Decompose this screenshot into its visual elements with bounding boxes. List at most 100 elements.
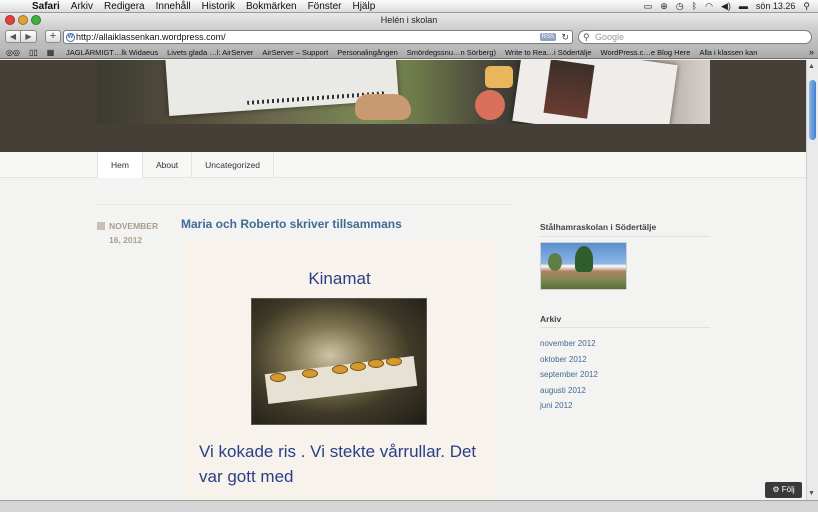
archive-link[interactable]: augusti 2012 [540, 383, 598, 399]
bookmark-item[interactable]: Livets glada …l: AirServer [167, 46, 253, 58]
post-image-title: Kinamat [308, 269, 371, 288]
food-photo [251, 298, 427, 425]
banner-book [512, 60, 678, 124]
post-date-month: NOVEMBER [109, 221, 159, 231]
browser-toolbar: ◀ ▶ + W http://allaiklassenkan.wordpress… [0, 28, 818, 46]
nav-tabs: Hem About Uncategorized [97, 152, 274, 178]
scrollbar-thumb[interactable] [809, 80, 816, 140]
follow-button[interactable]: ⚙ Följ [765, 482, 802, 498]
time-machine-icon[interactable]: ◷ [676, 0, 684, 13]
bookmark-item[interactable]: Write to Rea…i Södertälje [505, 46, 592, 58]
post-image[interactable]: Kinamat Vi kokade ris . Vi stekte vårrul… [181, 241, 498, 500]
menu-arkiv[interactable]: Arkiv [71, 0, 93, 13]
widget-title-arkiv: Arkiv [540, 314, 562, 324]
spotlight-icon[interactable]: ⚲ [803, 0, 810, 13]
archive-link[interactable]: juni 2012 [540, 398, 598, 414]
search-field[interactable]: ⚲ Google [578, 30, 812, 44]
menu-safari[interactable]: Safari [32, 0, 60, 13]
spring-roll [270, 373, 286, 382]
banner-photo [543, 60, 595, 119]
menu-innehall[interactable]: Innehåll [156, 0, 191, 13]
post-title[interactable]: Maria och Roberto skriver tillsammans [181, 217, 402, 231]
window-controls [5, 15, 44, 25]
tab-uncategorized[interactable]: Uncategorized [192, 152, 274, 178]
banner-hand [355, 94, 411, 120]
content-divider [97, 204, 511, 205]
gear-icon: ⚙ [772, 485, 780, 494]
tab-hem[interactable]: Hem [97, 152, 143, 178]
close-window-button[interactable] [5, 15, 15, 25]
archive-list: november 2012 oktober 2012 september 201… [540, 336, 598, 414]
tree [575, 246, 593, 272]
forward-button[interactable]: ▶ [21, 30, 37, 43]
bookmark-item[interactable]: JAGLÄRMIGT…lk Widaeus [66, 46, 158, 58]
banner-cup [485, 66, 513, 88]
spring-roll [302, 369, 318, 378]
bookmarks-book-icon[interactable]: ▯▯ [29, 46, 38, 58]
spring-roll [332, 365, 348, 374]
history-buttons: ◀ ▶ [5, 30, 37, 43]
rss-button[interactable]: RSS [539, 33, 556, 41]
scroll-down-icon[interactable]: ▼ [808, 490, 815, 497]
bookmark-item[interactable]: Personalingången [337, 46, 397, 58]
top-sites-grid-icon[interactable]: ▦ [47, 46, 55, 58]
vertical-scrollbar[interactable]: ▲ ▼ [806, 60, 818, 500]
archive-link[interactable]: september 2012 [540, 367, 598, 383]
bookmark-links: JAGLÄRMIGT…lk Widaeus Livets glada …l: A… [66, 46, 766, 58]
scroll-up-icon[interactable]: ▲ [808, 63, 815, 70]
spring-roll [350, 362, 366, 371]
wifi-icon[interactable]: ◠ [705, 0, 713, 13]
tab-about[interactable]: About [143, 152, 193, 178]
window-titlebar: Helén i skolan [0, 13, 818, 28]
widget-divider [540, 236, 710, 237]
archive-link[interactable]: oktober 2012 [540, 352, 598, 368]
archive-link[interactable]: november 2012 [540, 336, 598, 352]
post-image-text: Vi kokade ris . Vi stekte vårrullar. Det… [199, 442, 477, 486]
menu-redigera[interactable]: Redigera [104, 0, 145, 13]
bookmarks-bar: ◎◎ ▯▯ ▦ JAGLÄRMIGT…lk Widaeus Livets gla… [0, 46, 818, 59]
app-menus: Safari Arkiv Redigera Innehåll Historik … [32, 0, 386, 13]
header-banner-image[interactable] [97, 60, 710, 124]
os-menubar: Safari Arkiv Redigera Innehåll Historik … [0, 0, 818, 13]
bluetooth-icon[interactable]: ᛒ [692, 0, 697, 13]
follow-label: Följ [781, 485, 795, 494]
reading-list-icon[interactable]: ◎◎ [6, 46, 20, 58]
bookmark-item[interactable]: AirServer – Support [262, 46, 328, 58]
menu-fonster[interactable]: Fönster [308, 0, 342, 13]
bookmark-item[interactable]: WordPress.c…e Blog Here [601, 46, 691, 58]
menu-historik[interactable]: Historik [202, 0, 235, 13]
school-photo[interactable] [540, 242, 627, 290]
airplay-icon[interactable]: ▭ [644, 0, 653, 13]
menu-hjalp[interactable]: Hjälp [352, 0, 375, 13]
tree [548, 253, 562, 271]
spring-roll [386, 357, 402, 366]
window-bottom-bar [0, 500, 818, 512]
add-bookmark-button[interactable]: + [45, 30, 61, 43]
calendar-icon [97, 222, 105, 230]
zoom-window-button[interactable] [31, 15, 41, 25]
minimize-window-button[interactable] [18, 15, 28, 25]
post-date-day: 16, 2012 [109, 235, 143, 245]
search-icon: ⚲ [583, 32, 590, 42]
menubar-status: ▭ ⊕ ◷ ᛒ ◠ ◀) ▬ sön 13.26 ⚲ [636, 0, 810, 13]
site-header [0, 60, 806, 152]
volume-icon[interactable]: ◀) [721, 0, 731, 13]
back-button[interactable]: ◀ [5, 30, 21, 43]
bookmark-tools: ◎◎ ▯▯ ▦ [6, 46, 63, 58]
url-text[interactable]: http://allaiklassenkan.wordpress.com/ [76, 32, 226, 42]
reload-icon[interactable]: ↻ [561, 31, 569, 43]
menu-bokmarken[interactable]: Bokmärken [246, 0, 297, 13]
window-title: Helén i skolan [380, 15, 438, 25]
web-page: Hem About Uncategorized NOVEMBER 16, 201… [0, 60, 806, 500]
bookmark-item[interactable]: Smördegssnu…n Sörberg) [407, 46, 496, 58]
bookmark-item[interactable]: Alla i klassen kan [699, 46, 757, 58]
battery-icon[interactable]: ▬ [739, 0, 748, 13]
banner-cup2 [475, 90, 505, 120]
spring-roll [368, 359, 384, 368]
clock[interactable]: sön 13.26 [756, 0, 796, 13]
accessibility-icon[interactable]: ⊕ [660, 0, 668, 13]
bookmarks-overflow-icon[interactable]: » [809, 46, 814, 58]
widget-title-school: Stålhamraskolan i Södertälje [540, 222, 657, 232]
address-bar[interactable]: W http://allaiklassenkan.wordpress.com/ … [63, 30, 573, 44]
post-date: NOVEMBER 16, 2012 [97, 219, 177, 247]
